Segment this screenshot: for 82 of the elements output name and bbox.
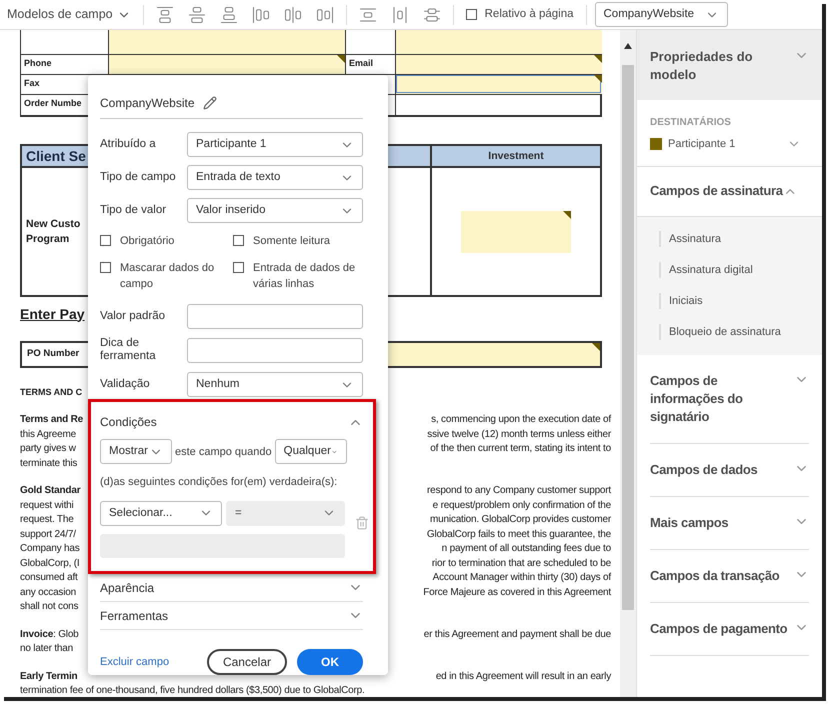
body-text: s, commencing upon the execution date of (431, 413, 611, 427)
field-label: Validação (100, 378, 151, 392)
table-label: Fax (24, 77, 40, 90)
checkbox-label: Obrigatório (120, 234, 174, 250)
ok-button[interactable]: OK (297, 649, 363, 676)
body-text: munication. GlobalCorp provides customer (430, 513, 611, 527)
condition-text: este campo quando (175, 444, 272, 460)
body-text: Gold Standar (20, 484, 80, 498)
body-text: Company has (20, 542, 80, 556)
body-text: ssive twelve (12) month terms unless either (427, 428, 611, 442)
section-header[interactable]: Mais campos (650, 496, 809, 550)
field-dropdown[interactable]: CompanyWebsite (594, 2, 728, 27)
dropdown[interactable]: Mostrar (100, 439, 172, 464)
table-heading: Investment (488, 148, 544, 164)
section-header[interactable]: Aparência (100, 574, 363, 602)
table-label: PO Number (27, 347, 80, 362)
table-heading: Client Se (26, 147, 86, 166)
body-text: support 24/7/ (20, 528, 76, 542)
body-text: party gives w (20, 442, 76, 456)
table-label: Email (349, 57, 374, 70)
dropdown[interactable]: Participante 1 (187, 132, 363, 158)
body-text: of the then current term, stating its intent to (430, 442, 611, 456)
field-type-item[interactable]: Assinatura digital (659, 262, 753, 278)
body-text: GlobalCorp, (I (20, 556, 80, 570)
section-heading: Enter Pay (20, 304, 85, 324)
checkbox-label: Mascarar dados do campo (120, 261, 216, 292)
table-label: Order Numbe (24, 97, 82, 110)
section-heading: TERMS AND C (20, 386, 82, 400)
body-text: rior to termination that are scheduled to be (432, 556, 611, 570)
section-label: DESTINATÁRIOS (650, 117, 731, 128)
section-header[interactable]: Campos de pagamento (650, 602, 809, 656)
body-text: Force Majeure as covered in this Agreement (423, 586, 611, 600)
body-text: respond to any Company customer support (427, 484, 611, 498)
body-text: this Agreeme (20, 428, 76, 442)
body-text: request. The (20, 513, 74, 527)
section-header[interactable]: Campos de informações do signatário (650, 354, 809, 444)
field-type-item[interactable]: Bloqueio de assinatura (659, 324, 781, 340)
field-label: Tipo de valor (100, 204, 168, 218)
field-label: Tipo de campo (100, 171, 177, 184)
table-label: Program (26, 232, 70, 246)
body-text: any occasion (20, 586, 76, 600)
body-text: Invoice: Glob (20, 628, 79, 642)
section-header[interactable]: Campos de dados (650, 444, 809, 496)
templates-menu[interactable]: Modelos de campo (0, 5, 135, 24)
checkbox-label: Somente leitura (253, 234, 330, 250)
body-text: n payment of all outstanding fees due to (442, 542, 611, 556)
body-text: Early Termin (20, 670, 78, 684)
body-text: Account Manager within thirty (30) days of (432, 571, 611, 585)
dropdown[interactable]: Nenhum (187, 372, 363, 398)
body-text: no later than (20, 642, 73, 656)
table-label: New Custo (26, 216, 80, 232)
body-text: ed in this Agreement will result in an early (436, 670, 611, 684)
field-name: CompanyWebsite (100, 95, 194, 112)
participant-selector[interactable]: Participante 1 (650, 136, 809, 152)
condition-text: (d)as seguintes condições for(em) verdadeira(s): (100, 476, 338, 488)
checkbox-label: Relativo à página (484, 6, 574, 22)
body-text: request withi (20, 498, 74, 512)
body-text: termination fee of one-thousand, five hundred dollars ($3,500) due to GlobalCorp. (20, 684, 365, 697)
body-text: Terms and Re (20, 413, 83, 427)
section-header[interactable]: Ferramentas (100, 602, 363, 630)
field-type-item[interactable]: Assinatura (659, 231, 721, 247)
delete-field-link[interactable]: Excluir campo (100, 654, 170, 670)
body-text: shall not cons (20, 600, 78, 614)
field-type-item[interactable]: Iniciais (659, 293, 703, 309)
body-text: consumed aft (20, 571, 78, 585)
cancel-button[interactable]: Cancelar (206, 649, 287, 676)
dropdown[interactable]: Qualquer (274, 439, 347, 464)
panel-header[interactable]: Propriedades do modelo (637, 30, 822, 100)
body-text: er this Agreement and payment shall be due (424, 628, 611, 642)
body-text: e request/problem only confirmation of the (432, 498, 611, 512)
field-label: Valor padrão (100, 310, 166, 324)
body-text: terminate this (20, 456, 78, 470)
section-header[interactable]: Condições (100, 413, 363, 432)
field-label: Atribuído a (100, 138, 157, 152)
checkbox-label: Entrada de dados de várias linhas (253, 261, 356, 292)
dropdown[interactable]: Selecionar... (100, 500, 222, 526)
body-text: GlobalCorp fails to meet this guarantee, the (426, 528, 611, 542)
table-label: Phone (24, 57, 52, 70)
section-header[interactable]: Campos da transação (650, 550, 809, 602)
dropdown[interactable]: Entrada de texto (187, 165, 363, 190)
field-label: Dica de ferramenta (100, 337, 157, 364)
dropdown[interactable]: Valor inserido (187, 198, 363, 224)
